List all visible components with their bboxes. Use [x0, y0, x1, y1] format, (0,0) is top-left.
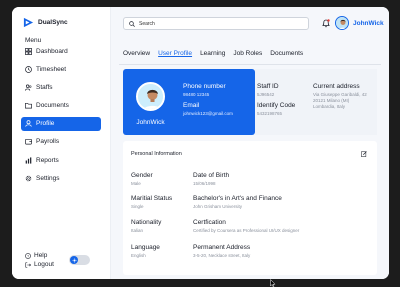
search-placeholder: Search: [139, 20, 155, 27]
identify-code-label: Identify Code: [257, 102, 296, 109]
profile-name: JohnWick: [136, 119, 165, 126]
tab-documents[interactable]: Documents: [266, 50, 307, 57]
sidebar-nav: Dashboard Timesheet Staffs Documents Pro…: [21, 44, 101, 190]
gear-icon: [25, 175, 32, 182]
personal-information-card: Personal Information Gender Male Date of…: [123, 141, 377, 275]
clock-icon: [25, 65, 32, 73]
tabs-divider: [119, 64, 381, 65]
certification-value: Certified by Coursera as Professional UI…: [193, 228, 300, 233]
sidebar-item-staffs[interactable]: Staffs: [21, 80, 101, 94]
grid-icon: [25, 47, 32, 55]
brand[interactable]: DualSync: [23, 17, 68, 28]
sidebar: DualSync Menu Dashboard Timesheet Staffs…: [12, 7, 111, 279]
email-value[interactable]: johnwick123@gmail.com: [183, 111, 233, 116]
language-value: English: [131, 253, 146, 258]
profile-tabs: Overview User Profile Learning Job Roles…: [119, 50, 307, 57]
sidebar-footer: ? Help Logout: [25, 251, 54, 269]
main-content: Search JohnWick Overview User Profile Le…: [111, 7, 389, 279]
tab-job-roles[interactable]: Job Roles: [229, 50, 266, 57]
logout-icon: [25, 261, 31, 268]
wallet-icon: [25, 139, 32, 145]
sidebar-item-label: Payrolls: [36, 138, 60, 146]
search-icon: [129, 20, 135, 27]
mouse-cursor-icon: [270, 279, 276, 287]
sidebar-item-label: Settings: [36, 174, 60, 182]
sun-icon: [71, 257, 77, 263]
phone-label: Phone number: [183, 83, 226, 90]
theme-toggle-knob: [70, 256, 78, 264]
tab-learning[interactable]: Learning: [196, 50, 229, 57]
identify-code-value: 5432198765: [257, 111, 283, 116]
permanent-address-value: 3-5-20, Necklace street, Italy: [193, 253, 251, 258]
logout-link[interactable]: Logout: [25, 260, 54, 269]
theme-toggle[interactable]: [69, 255, 90, 265]
marital-status-value: Single: [131, 204, 144, 209]
tab-overview[interactable]: Overview: [119, 50, 154, 57]
profile-card: JohnWick Phone number 98480 12345 Email …: [123, 69, 255, 135]
sidebar-item-label: Timesheet: [36, 65, 67, 73]
chart-icon: [25, 157, 32, 164]
bell-icon[interactable]: [322, 19, 330, 28]
sidebar-item-settings[interactable]: Settings: [21, 171, 101, 185]
help-link[interactable]: ? Help: [25, 251, 54, 260]
menu-title: Menu: [25, 37, 42, 44]
sidebar-item-dashboard[interactable]: Dashboard: [21, 44, 101, 58]
avatar-image: [336, 17, 348, 29]
sidebar-item-label: Dashboard: [36, 47, 68, 55]
help-label: Help: [34, 252, 48, 259]
search-input[interactable]: Search: [123, 17, 309, 30]
permanent-address-label: Permanent Address: [193, 244, 251, 251]
nationality-value: Italian: [131, 228, 144, 233]
profile-photo: [138, 84, 163, 109]
sidebar-item-reports[interactable]: Reports: [21, 153, 101, 167]
user-icon: [25, 120, 32, 127]
sidebar-item-payrolls[interactable]: Payrolls: [21, 135, 101, 149]
gender-label: Gender: [131, 172, 153, 179]
gender-value: Male: [131, 181, 141, 186]
language-label: Language: [131, 244, 160, 251]
logout-label: Logout: [34, 261, 54, 268]
app-window: DualSync Menu Dashboard Timesheet Staffs…: [12, 7, 389, 279]
sidebar-item-label: Reports: [36, 156, 59, 164]
dob-value: 15/06/1998: [193, 181, 216, 186]
tab-user-profile[interactable]: User Profile: [154, 50, 196, 57]
address-line-3: Lombardia, Italy: [313, 104, 346, 109]
sidebar-item-label: Documents: [36, 102, 69, 110]
brand-name: DualSync: [38, 19, 68, 26]
nationality-label: Nationality: [131, 219, 162, 226]
sidebar-item-documents[interactable]: Documents: [21, 99, 101, 113]
marital-status-label: Maritial Status: [131, 195, 173, 202]
sidebar-item-label: Profile: [36, 120, 55, 128]
degree-label: Bachelor's in Art's and Finance: [193, 195, 282, 202]
svg-text:?: ?: [27, 254, 29, 258]
users-icon: [25, 84, 32, 91]
staff-meta: Staff ID 5J96542 Identify Code 543219876…: [255, 69, 377, 135]
brand-logo-icon: [23, 17, 34, 28]
certification-label: Certfication: [193, 219, 226, 226]
dob-label: Date of Birth: [193, 172, 230, 179]
degree-value: John Grisham University: [193, 204, 243, 209]
section-title: Personal Information: [131, 151, 182, 157]
sidebar-item-label: Staffs: [36, 83, 53, 91]
avatar: [335, 16, 349, 30]
sidebar-item-timesheet[interactable]: Timesheet: [21, 62, 101, 76]
staff-id-label: Staff ID: [257, 83, 279, 90]
sidebar-item-profile[interactable]: Profile: [21, 116, 101, 131]
edit-icon[interactable]: [361, 151, 367, 157]
help-icon: ?: [25, 252, 31, 259]
folder-icon: [25, 103, 32, 109]
address-label: Current address: [313, 83, 360, 90]
user-name: JohnWick: [353, 19, 384, 27]
email-label: Email: [183, 102, 200, 109]
phone-value: 98480 12345: [183, 92, 210, 97]
profile-avatar: [136, 82, 165, 111]
user-menu[interactable]: JohnWick: [335, 16, 384, 30]
staff-id-value: 5J96542: [257, 92, 275, 97]
